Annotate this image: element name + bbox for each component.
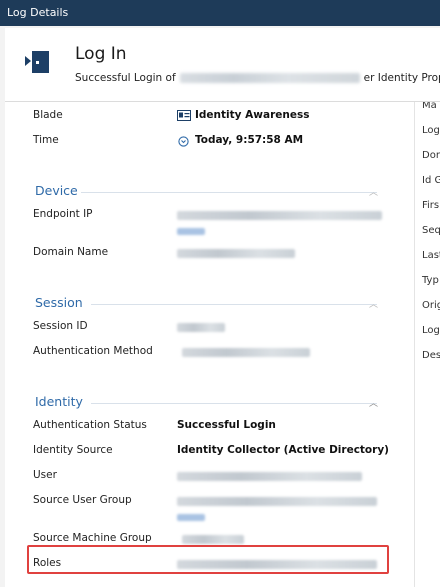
subtitle-suffix: er Identity Propa — [363, 72, 440, 84]
log-header: Log In Successful Login of er Identity Pr… — [5, 28, 440, 102]
source-user-group-row: Source User Group — [33, 494, 403, 521]
right-pane-item: Firs — [422, 200, 440, 211]
right-pane-item: Seq — [422, 225, 440, 236]
section-title-session: Session — [35, 295, 83, 310]
session-id-label: Session ID — [33, 320, 88, 332]
endpoint-ip-row: Endpoint IP — [33, 208, 403, 235]
roles-highlight-box — [27, 545, 389, 574]
right-pane-item: Log — [422, 125, 440, 136]
user-label: User — [33, 469, 57, 481]
right-pane-item: Last — [422, 250, 440, 261]
right-pane-item: Dor — [422, 150, 440, 161]
identity-source-value: Identity Collector (Active Directory) — [177, 444, 389, 456]
identity-source-label: Identity Source — [33, 444, 113, 456]
domain-name-row: Domain Name — [33, 246, 403, 262]
blade-row: Blade Identity Awareness — [33, 109, 403, 125]
auth-status-row: Authentication Status Successful Login — [33, 419, 403, 435]
identity-collapse-icon[interactable]: ︿ — [369, 396, 378, 409]
device-collapse-icon[interactable]: ︿ — [369, 185, 378, 198]
endpoint-ip-label: Endpoint IP — [33, 208, 93, 220]
window-title: Log Details — [7, 6, 69, 19]
auth-method-label: Authentication Method — [33, 345, 153, 357]
redacted-domain-name — [177, 249, 295, 258]
redacted-user-value — [177, 472, 362, 481]
redacted-source-user-group — [177, 497, 377, 506]
auth-status-value: Successful Login — [177, 419, 276, 431]
redacted-endpoint-link[interactable] — [177, 228, 205, 235]
auth-method-row: Authentication Method — [33, 345, 403, 361]
source-machine-group-label: Source Machine Group — [33, 532, 152, 544]
identity-source-row: Identity Source Identity Collector (Acti… — [33, 444, 403, 460]
redacted-user — [179, 73, 360, 83]
section-title-device: Device — [35, 183, 78, 198]
time-row: Time Today, 9:57:58 AM — [33, 134, 403, 150]
details-content[interactable]: Blade Identity Awareness Time Today, 9:5… — [5, 102, 440, 587]
redacted-endpoint-ip — [177, 211, 382, 220]
subtitle-prefix: Successful Login of — [75, 72, 176, 84]
session-id-row: Session ID — [33, 320, 403, 336]
window-titlebar: Log Details — [0, 0, 440, 26]
clock-icon — [178, 136, 189, 147]
domain-name-label: Domain Name — [33, 246, 109, 258]
redacted-auth-method — [182, 348, 310, 357]
session-collapse-icon[interactable]: ︿ — [369, 297, 378, 310]
page-title: Log In — [75, 44, 127, 64]
right-pane-item: Typ — [422, 275, 439, 286]
log-subtitle: Successful Login of er Identity Propa — [75, 72, 440, 84]
session-divider — [91, 304, 377, 305]
user-row: User — [33, 469, 403, 485]
device-divider — [81, 192, 377, 193]
right-pane-item: Id G — [422, 175, 440, 186]
blade-value: Identity Awareness — [195, 109, 310, 121]
redacted-session-id — [177, 323, 225, 332]
section-title-identity: Identity — [35, 394, 83, 409]
details-left-pane: Blade Identity Awareness Time Today, 9:5… — [5, 102, 414, 587]
right-pane-item: Orig — [422, 300, 440, 311]
redacted-source-machine-group — [182, 535, 244, 544]
login-icon — [25, 51, 49, 73]
details-right-pane: Ma Log Dor Id G Firs Seq Last Typ Orig L… — [415, 102, 440, 587]
redacted-user-group-link[interactable] — [177, 514, 205, 521]
right-pane-item: Ma — [422, 102, 437, 111]
right-pane-item: Des — [422, 350, 440, 361]
source-user-group-label: Source User Group — [33, 494, 132, 506]
time-label: Time — [33, 134, 59, 146]
identity-divider — [91, 403, 377, 404]
auth-status-label: Authentication Status — [33, 419, 147, 431]
time-value: Today, 9:57:58 AM — [195, 134, 304, 146]
identity-card-icon — [177, 110, 191, 121]
blade-label: Blade — [33, 109, 63, 121]
right-pane-item: Log — [422, 325, 440, 336]
